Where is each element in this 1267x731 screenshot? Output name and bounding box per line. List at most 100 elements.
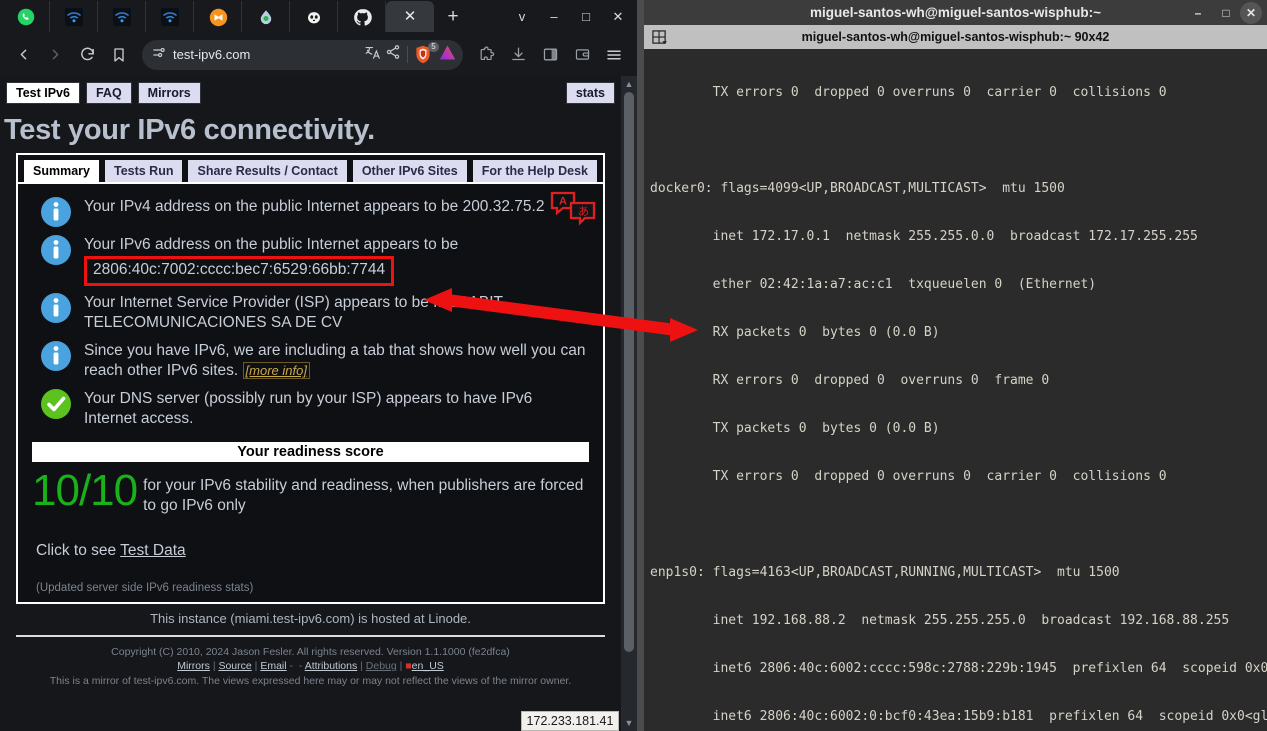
reload-button[interactable]	[72, 40, 102, 70]
share-icon[interactable]	[385, 44, 401, 65]
minimize-button[interactable]: –	[539, 2, 569, 32]
terminal-line: docker0: flags=4099<UP,BROADCAST,MULTICA…	[650, 181, 1267, 197]
terminal-line: TX errors 0 dropped 0 overruns 0 carrier…	[650, 469, 1267, 485]
bookmark-button[interactable]	[104, 40, 134, 70]
result-text: Your DNS server (possibly run by your IS…	[84, 386, 589, 430]
tab-summary[interactable]: Summary	[24, 160, 99, 182]
address-bar[interactable]: test-ipv6.com 5	[142, 40, 463, 70]
info-icon	[40, 234, 72, 266]
back-button[interactable]	[8, 40, 38, 70]
page-title: Test your IPv6 connectivity.	[0, 104, 621, 153]
site-nav-stats[interactable]: stats	[566, 82, 615, 104]
site-nav-mirrors[interactable]: Mirrors	[138, 82, 201, 104]
result-text: Since you have IPv6, we are including a …	[84, 338, 589, 382]
footer-link-email[interactable]: Email	[260, 660, 286, 672]
address-bar-actions: 5	[364, 44, 457, 66]
svg-text:A: A	[559, 196, 567, 208]
tab-search-button[interactable]: v	[507, 2, 537, 32]
tab-mikrotik[interactable]	[194, 1, 242, 32]
site-navigation: Test IPv6 FAQ Mirrors stats	[0, 76, 621, 104]
scroll-up-icon[interactable]: ▲	[621, 76, 637, 89]
tab-tests-run[interactable]: Tests Run	[105, 160, 183, 182]
info-icon	[40, 196, 72, 228]
terminal-tab-bar: miguel-santos-wh@miguel-santos-wisphub:~…	[644, 25, 1267, 49]
tab-whatsapp[interactable]	[2, 1, 50, 32]
maximize-button[interactable]: □	[571, 2, 601, 32]
terminal-line	[650, 517, 1267, 533]
terminal-line: inet 192.168.88.2 netmask 255.255.255.0 …	[650, 613, 1267, 629]
close-icon[interactable]: ✕	[401, 8, 419, 26]
forward-button[interactable]	[40, 40, 70, 70]
footer-link-debug[interactable]: Debug	[366, 660, 397, 672]
updated-stats-note: (Updated server side IPv6 readiness stat…	[18, 560, 603, 602]
separator: |	[400, 660, 403, 672]
scrollbar-thumb[interactable]	[624, 92, 634, 652]
site-nav-faq[interactable]: FAQ	[86, 82, 132, 104]
terminal-line	[650, 133, 1267, 149]
tab-active[interactable]: ✕	[386, 1, 434, 32]
svg-text:あ: あ	[578, 205, 589, 218]
click-to-see-label: Click to see	[36, 542, 120, 559]
readiness-score-header: Your readiness score	[32, 442, 589, 462]
translate-icon[interactable]	[364, 44, 381, 66]
github-icon	[353, 8, 371, 26]
sidebar-icon[interactable]	[535, 40, 565, 70]
translate-icon[interactable]: A あ	[549, 190, 597, 235]
check-icon	[40, 388, 72, 420]
readiness-score-value: 10/10	[32, 468, 137, 514]
instance-note: This instance (miami.test-ipv6.com) is h…	[0, 604, 621, 626]
terminal-line: TX errors 0 dropped 0 overruns 0 carrier…	[650, 85, 1267, 101]
tab-wifi-1[interactable]	[50, 1, 98, 32]
terminal-title-bar[interactable]: miguel-santos-wh@miguel-santos-wisphub:~…	[644, 0, 1267, 25]
terminal-window-controls: – □ ✕	[1184, 0, 1265, 25]
site-permissions-icon[interactable]	[152, 45, 167, 65]
wallet-icon[interactable]	[567, 40, 597, 70]
terminal-line: RX packets 0 bytes 0 (0.0 B)	[650, 325, 1267, 341]
brave-shields-button[interactable]: 5	[414, 45, 434, 65]
browser-toolbar: test-ipv6.com 5	[0, 33, 637, 76]
page-scrollbar[interactable]: ▲ ▼	[621, 76, 637, 731]
wifi-icon	[113, 8, 131, 26]
terminal-line: RX errors 0 dropped 0 overruns 0 frame 0	[650, 373, 1267, 389]
minimize-button[interactable]: –	[1184, 0, 1212, 25]
tab-github[interactable]	[338, 1, 386, 32]
new-tab-button[interactable]: +	[438, 2, 468, 32]
more-info-link[interactable]: [more info]	[243, 362, 310, 379]
hamburger-menu-icon[interactable]	[599, 40, 629, 70]
terminal-tab-title: miguel-santos-wh@miguel-santos-wisphub:~…	[644, 30, 1267, 44]
extensions-icon[interactable]	[471, 40, 501, 70]
tab-share-results[interactable]: Share Results / Contact	[188, 160, 346, 182]
result-label: Your IPv6 address on the public Internet…	[84, 236, 458, 253]
leo-ai-icon[interactable]	[438, 44, 457, 66]
highlighted-ipv6-address: 2806:40c:7002:cccc:bec7:6529:66bb:7744	[84, 256, 394, 285]
panda-icon	[305, 8, 323, 26]
scroll-down-icon[interactable]: ▼	[621, 718, 637, 728]
tab-panda[interactable]	[290, 1, 338, 32]
footer-link-mirrors[interactable]: Mirrors	[177, 660, 210, 672]
separator: - -	[290, 660, 303, 672]
screen: ▲ 0s ▲▼ ... efijos ✕ Capturar 9* ✕ Captu…	[0, 0, 1267, 731]
site-nav-test-ipv6[interactable]: Test IPv6	[6, 82, 80, 104]
tab-for-the-help-desk[interactable]: For the Help Desk	[473, 160, 597, 182]
orange-circle-icon	[209, 8, 227, 26]
test-data-link[interactable]: Test Data	[120, 542, 185, 559]
tab-wifi-3[interactable]	[146, 1, 194, 32]
page-footer: Copyright (C) 2010, 2024 Jason Fesler. A…	[0, 637, 621, 687]
result-row-isp: Your Internet Service Provider (ISP) app…	[18, 288, 603, 336]
window-border	[637, 0, 644, 731]
tab-drop[interactable]	[242, 1, 290, 32]
close-button[interactable]: ✕	[603, 2, 633, 32]
tab-wifi-2[interactable]	[98, 1, 146, 32]
footer-links: Mirrors | Source | Email - - Attribution…	[0, 658, 621, 672]
maximize-button[interactable]: □	[1212, 0, 1240, 25]
footer-link-locale[interactable]: en_US	[412, 660, 444, 672]
footer-link-attributions[interactable]: Attributions	[305, 660, 358, 672]
url-text[interactable]: test-ipv6.com	[173, 47, 358, 62]
close-button[interactable]: ✕	[1240, 2, 1262, 24]
downloads-icon[interactable]	[503, 40, 533, 70]
terminal-output[interactable]: TX errors 0 dropped 0 overruns 0 carrier…	[644, 49, 1267, 731]
separator: |	[360, 660, 363, 672]
copyright-text: Copyright (C) 2010, 2024 Jason Fesler. A…	[0, 646, 621, 658]
tab-other-ipv6-sites[interactable]: Other IPv6 Sites	[353, 160, 467, 182]
footer-link-source[interactable]: Source	[218, 660, 251, 672]
